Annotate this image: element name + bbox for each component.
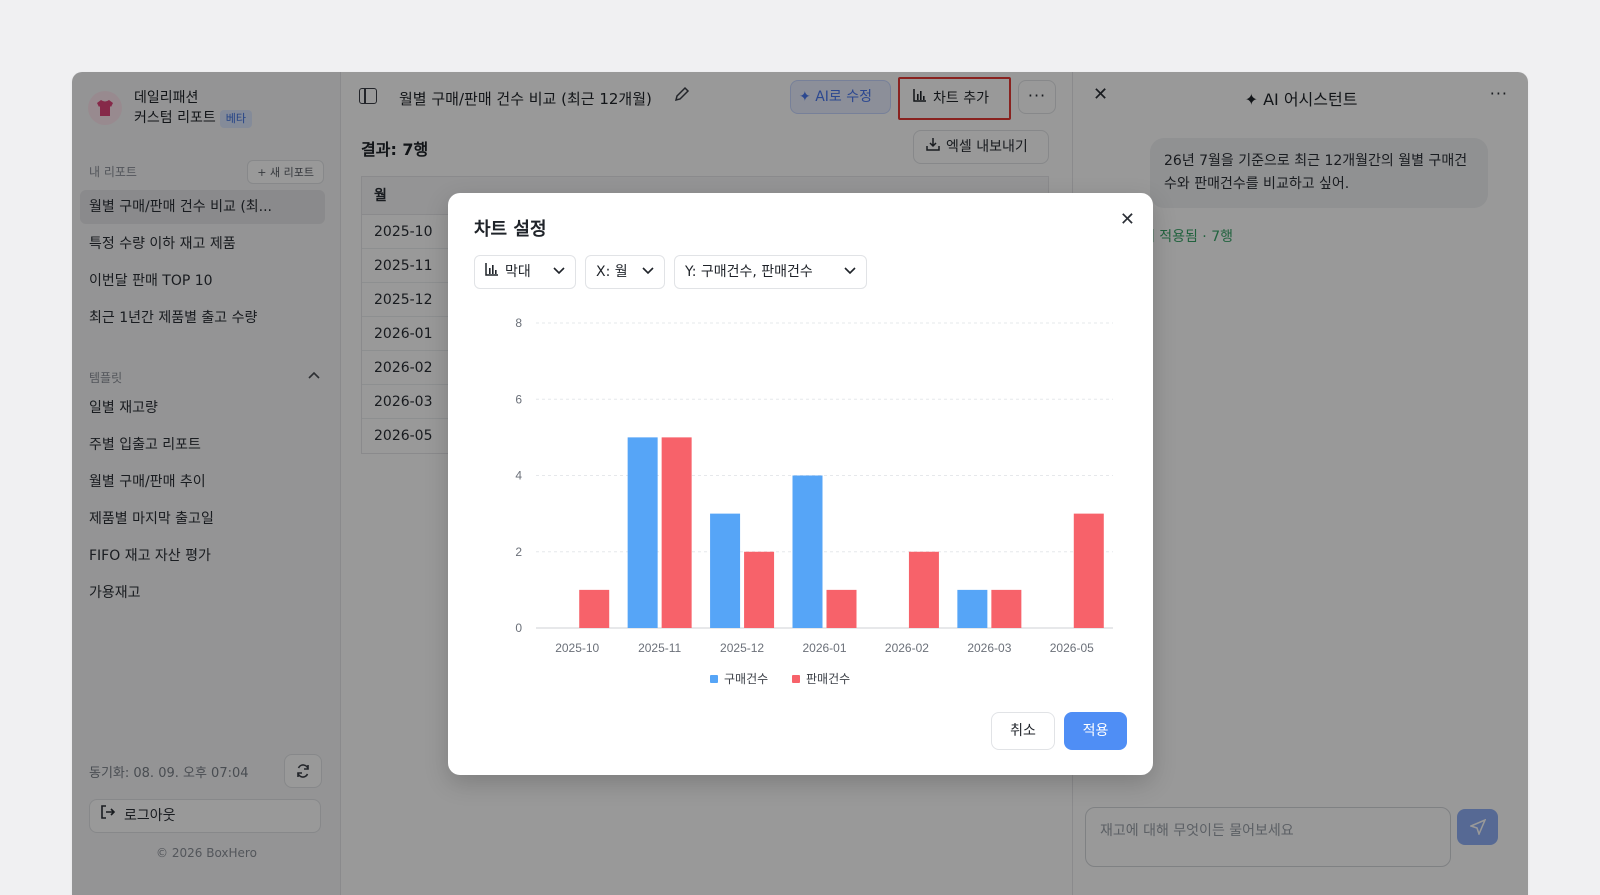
bar-sales bbox=[826, 589, 857, 628]
x-tick-label: 2025-11 bbox=[638, 641, 681, 655]
legend-label: 판매건수 bbox=[806, 672, 850, 686]
y-tick-label: 8 bbox=[515, 316, 522, 330]
bar-sales bbox=[908, 551, 939, 628]
bar-sales bbox=[1073, 513, 1104, 628]
cancel-button[interactable]: 취소 bbox=[991, 712, 1055, 750]
bar-chart: 0 2 4 6 8 2025-10 2025-11 2025-12 2026-01 2026-02… bbox=[515, 316, 1113, 686]
bar-purchase bbox=[792, 475, 823, 628]
close-icon[interactable]: ✕ bbox=[1120, 209, 1135, 230]
y-axis-select[interactable]: Y: 구매건수, 판매건수 bbox=[674, 255, 867, 289]
y-tick-label: 4 bbox=[515, 469, 522, 483]
x-tick-label: 2026-03 bbox=[967, 641, 1011, 655]
bar-purchase bbox=[710, 513, 741, 628]
chart-type-select[interactable]: 막대 bbox=[474, 255, 576, 289]
y-axis-label: Y: 구매건수, 판매건수 bbox=[685, 264, 813, 280]
x-axis-select[interactable]: X: 월 bbox=[585, 255, 665, 289]
y-tick-label: 6 bbox=[515, 392, 522, 406]
legend-label: 구매건수 bbox=[724, 672, 768, 686]
x-tick-label: 2025-12 bbox=[720, 641, 764, 655]
bar-sales bbox=[661, 437, 692, 628]
bar-sales bbox=[744, 551, 775, 628]
x-tick-label: 2025-10 bbox=[555, 641, 599, 655]
bar-chart-icon bbox=[485, 256, 499, 288]
x-tick-label: 2026-02 bbox=[885, 641, 929, 655]
x-tick-label: 2026-01 bbox=[802, 641, 846, 655]
chart-settings-modal: 차트 설정 ✕ 막대 X: 월 Y: 구매건수, 판매건수 0 2 4 6 8 2025-… bbox=[448, 193, 1153, 775]
bar-purchase bbox=[627, 437, 658, 628]
legend-swatch bbox=[792, 675, 800, 683]
legend-swatch bbox=[710, 675, 718, 683]
apply-button[interactable]: 적용 bbox=[1064, 712, 1127, 750]
chevron-down-icon bbox=[553, 256, 565, 288]
chevron-down-icon bbox=[642, 256, 654, 288]
bar-sales bbox=[991, 589, 1022, 628]
chart-type-label: 막대 bbox=[505, 264, 531, 280]
y-tick-label: 0 bbox=[515, 621, 522, 635]
y-tick-label: 2 bbox=[515, 545, 522, 559]
modal-title: 차트 설정 bbox=[474, 219, 547, 240]
chevron-down-icon bbox=[844, 256, 856, 288]
x-axis-label: X: 월 bbox=[596, 264, 628, 280]
bar-purchase bbox=[957, 589, 988, 628]
x-tick-label: 2026-05 bbox=[1050, 641, 1094, 655]
bar-sales bbox=[579, 589, 610, 628]
